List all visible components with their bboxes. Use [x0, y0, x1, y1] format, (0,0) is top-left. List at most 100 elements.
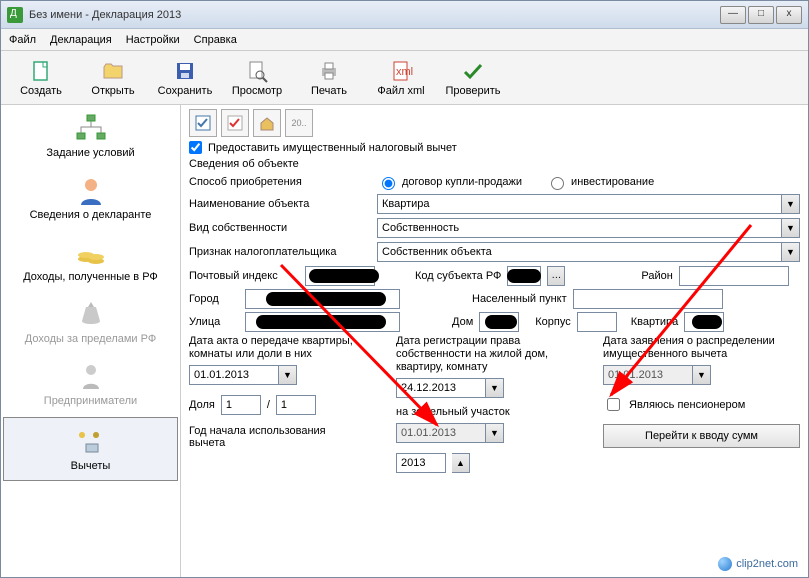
folder-open-icon	[101, 59, 125, 83]
content-panel: 20.. Предоставить имущественный налоговы…	[181, 105, 808, 577]
titlebar: Без имени - Декларация 2013 — □ x	[1, 1, 808, 29]
date-declaration-label: Дата заявления о распределении имуществе…	[603, 335, 800, 361]
acq-method-label: Способ приобретения	[189, 176, 369, 188]
district-label: Район	[641, 270, 672, 282]
object-info-label: Сведения об объекте	[189, 158, 800, 170]
coins-icon	[74, 237, 108, 267]
tool-open[interactable]: Открыть	[79, 59, 147, 97]
minimize-button[interactable]: —	[720, 6, 746, 24]
house-label: Дом	[452, 316, 473, 328]
menu-settings[interactable]: Настройки	[126, 34, 180, 46]
sidebar: Задание условий Сведения о декларанте До…	[1, 105, 181, 577]
money-bag-icon	[74, 299, 108, 329]
watermark: clip2net.com	[714, 555, 802, 573]
radio-investment[interactable]: инвестирование	[546, 174, 654, 190]
share-denominator-input[interactable]	[276, 395, 316, 415]
tool-print[interactable]: Печать	[295, 59, 363, 97]
radio-purchase-contract[interactable]: договор купли-продажи	[377, 174, 522, 190]
date-land-input	[396, 423, 486, 443]
person-icon	[74, 175, 108, 205]
provide-deduction-checkbox[interactable]	[189, 141, 202, 154]
svg-text:xml: xml	[396, 66, 413, 78]
check-red-icon	[226, 114, 244, 132]
ownership-type-label: Вид собственности	[189, 222, 369, 234]
date-picker-button[interactable]: ▼	[486, 378, 504, 398]
house-icon	[258, 114, 276, 132]
taxpayer-sign-label: Признак налогоплательщика	[189, 246, 369, 258]
date-land-label: на земельный участок	[396, 406, 593, 419]
tab-standard-deduction[interactable]	[189, 109, 217, 137]
dropdown-button[interactable]: ▼	[782, 242, 800, 262]
tool-xml[interactable]: xml Файл xml	[367, 59, 435, 97]
subject-code-label: Код субъекта РФ	[415, 270, 501, 282]
checklist-icon	[194, 114, 212, 132]
close-button[interactable]: x	[776, 6, 802, 24]
xml-file-icon: xml	[389, 59, 413, 83]
redacted	[256, 315, 386, 329]
postal-label: Почтовый индекс	[189, 270, 299, 282]
street-label: Улица	[189, 316, 239, 328]
date-picker-button[interactable]: ▼	[486, 423, 504, 443]
locality-input[interactable]	[573, 289, 723, 309]
preview-icon	[245, 59, 269, 83]
tool-check[interactable]: Проверить	[439, 59, 507, 97]
tab-property-deduction[interactable]	[253, 109, 281, 137]
globe-icon	[718, 557, 732, 571]
goto-sums-button[interactable]: Перейти к вводу сумм	[603, 424, 800, 448]
menu-help[interactable]: Справка	[194, 34, 237, 46]
object-name-select[interactable]	[377, 194, 782, 214]
share-label: Доля	[189, 399, 215, 411]
sidebar-item-declarant[interactable]: Сведения о декларанте	[1, 167, 180, 229]
date-declaration-input	[603, 365, 693, 385]
city-label: Город	[189, 293, 239, 305]
date-picker-button[interactable]: ▼	[279, 365, 297, 385]
redacted	[309, 269, 379, 283]
share-numerator-input[interactable]	[221, 395, 261, 415]
ownership-type-select[interactable]	[377, 218, 782, 238]
year-use-label: Год начала использования вычета	[189, 425, 349, 449]
object-name-label: Наименование объекта	[189, 198, 369, 210]
sidebar-item-deductions[interactable]: Вычеты	[3, 417, 178, 481]
apartment-label: Квартира	[631, 316, 679, 328]
redacted	[485, 315, 517, 329]
date-act-label: Дата акта о передаче квартиры, комнаты и…	[189, 335, 386, 361]
pensioner-checkbox-row[interactable]: Являюсь пенсионером	[603, 395, 800, 414]
taxpayer-sign-select[interactable]	[377, 242, 782, 262]
menu-declaration[interactable]: Декларация	[50, 34, 112, 46]
dropdown-button[interactable]: ▼	[782, 218, 800, 238]
building-input[interactable]	[577, 312, 617, 332]
sidebar-item-income-rf[interactable]: Доходы, полученные в РФ	[1, 229, 180, 291]
app-window: Без имени - Декларация 2013 — □ x Файл Д…	[0, 0, 809, 578]
tool-create[interactable]: Создать	[7, 59, 75, 97]
number-icon: 20..	[291, 118, 306, 128]
sidebar-item-income-abroad: Доходы за пределами РФ	[1, 291, 180, 353]
year-use-input[interactable]	[396, 453, 446, 473]
tab-extra[interactable]: 20..	[285, 109, 313, 137]
save-icon	[173, 59, 197, 83]
date-reg-input[interactable]	[396, 378, 486, 398]
year-spinner-button[interactable]: ▲	[452, 453, 470, 473]
building-label: Корпус	[535, 316, 570, 328]
maximize-button[interactable]: □	[748, 6, 774, 24]
district-input[interactable]	[679, 266, 789, 286]
sidebar-item-conditions[interactable]: Задание условий	[1, 105, 180, 167]
app-icon	[7, 7, 23, 23]
dropdown-button[interactable]: ▼	[782, 194, 800, 214]
date-picker-button[interactable]: ▼	[693, 365, 711, 385]
tool-preview[interactable]: Просмотр	[223, 59, 291, 97]
provide-deduction-label: Предоставить имущественный налоговый выч…	[208, 142, 457, 154]
date-act-input[interactable]	[189, 365, 279, 385]
tab-social-deduction[interactable]	[221, 109, 249, 137]
deductions-icon	[74, 426, 108, 456]
sidebar-item-entrepreneurs: Предприниматели	[1, 353, 180, 415]
menu-file[interactable]: Файл	[9, 34, 36, 46]
window-title: Без имени - Декларация 2013	[29, 9, 720, 21]
redacted	[507, 269, 541, 283]
tool-save[interactable]: Сохранить	[151, 59, 219, 97]
toolbar: Создать Открыть Сохранить Просмотр Печат…	[1, 51, 808, 105]
locality-label: Населенный пункт	[472, 293, 567, 305]
check-icon	[461, 59, 485, 83]
print-icon	[317, 59, 341, 83]
businessman-icon	[74, 361, 108, 391]
subject-code-lookup-button[interactable]: …	[547, 266, 565, 286]
